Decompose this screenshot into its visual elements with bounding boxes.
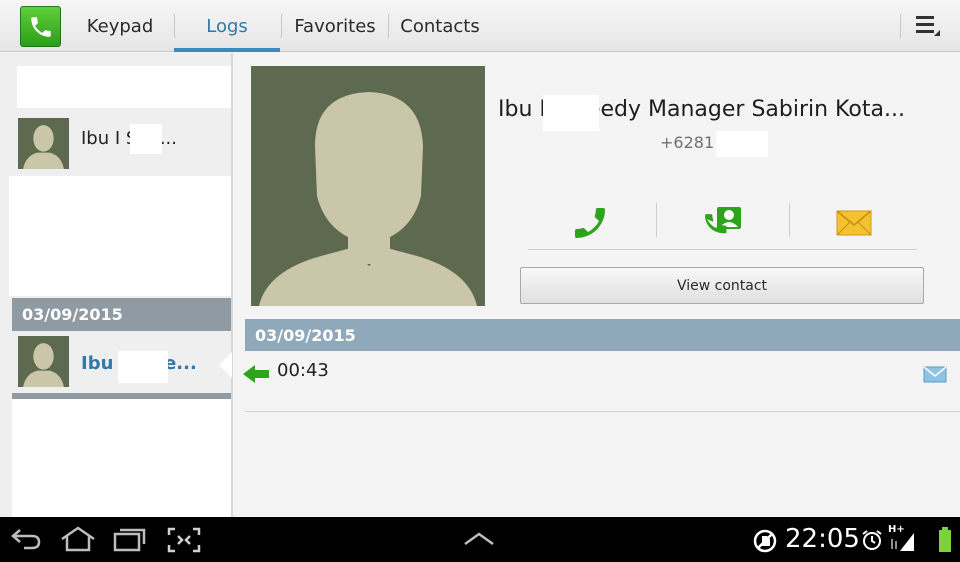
call-log-list: Ibu I Spe... 03/09/2015 Ibu F Spe... — [0, 53, 231, 517]
incoming-call-arrow-icon — [243, 364, 271, 384]
tab-separator — [900, 14, 901, 38]
tab-separator — [388, 14, 389, 38]
action-bar: Keypad Logs Favorites Contacts — [0, 0, 960, 52]
redaction-block — [118, 351, 168, 383]
phone-app-icon[interactable] — [20, 6, 61, 47]
system-nav-bar: 22:05 H+ — [0, 517, 960, 562]
action-separator — [789, 203, 790, 237]
video-call-icon[interactable] — [703, 203, 743, 243]
contact-photo — [251, 66, 485, 306]
selection-pointer — [219, 352, 232, 378]
action-separator — [656, 203, 657, 237]
battery-icon — [938, 527, 952, 557]
redaction-block — [543, 95, 599, 131]
log-date-header: 03/09/2015 — [12, 298, 231, 331]
view-contact-button[interactable]: View contact — [520, 267, 924, 304]
avatar — [18, 336, 69, 387]
message-icon[interactable] — [835, 203, 875, 243]
log-item-selected[interactable]: Ibu F Spe... — [12, 331, 231, 391]
call-date-header: 03/09/2015 — [245, 319, 960, 351]
chevron-up-icon[interactable] — [462, 531, 496, 551]
home-icon[interactable] — [59, 526, 97, 556]
actions-underline — [528, 249, 917, 250]
redaction-block — [130, 124, 162, 154]
status-time: 22:05 — [785, 524, 860, 554]
signal-strength-icon: H+ — [888, 525, 916, 553]
no-sim-icon — [752, 528, 778, 558]
network-type-label: H+ — [888, 524, 905, 535]
alarm-icon — [860, 528, 884, 556]
tab-logs[interactable]: Logs — [174, 0, 280, 52]
call-icon[interactable] — [570, 203, 610, 243]
call-detail-pane: Ibu F Speedy Manager Sabirin Kota... +62… — [233, 53, 960, 517]
back-icon[interactable] — [10, 526, 42, 556]
overflow-menu-icon[interactable] — [912, 12, 942, 42]
redaction-block — [716, 131, 768, 157]
call-duration: 00:43 — [277, 360, 329, 381]
row-divider — [245, 411, 960, 412]
redacted-log-item[interactable] — [12, 399, 231, 517]
redacted-log-item[interactable] — [9, 176, 231, 296]
tab-favorites[interactable]: Favorites — [283, 0, 387, 52]
send-message-icon[interactable] — [923, 364, 947, 384]
log-item[interactable]: Ibu I Spe... — [12, 108, 231, 169]
avatar — [18, 118, 69, 169]
recent-apps-icon[interactable] — [112, 526, 148, 556]
tab-contacts[interactable]: Contacts — [390, 0, 490, 52]
screenshot-capture-icon[interactable] — [166, 526, 202, 558]
redacted-log-item[interactable] — [17, 66, 231, 111]
tab-separator — [281, 14, 282, 38]
tab-keypad[interactable]: Keypad — [74, 0, 166, 52]
